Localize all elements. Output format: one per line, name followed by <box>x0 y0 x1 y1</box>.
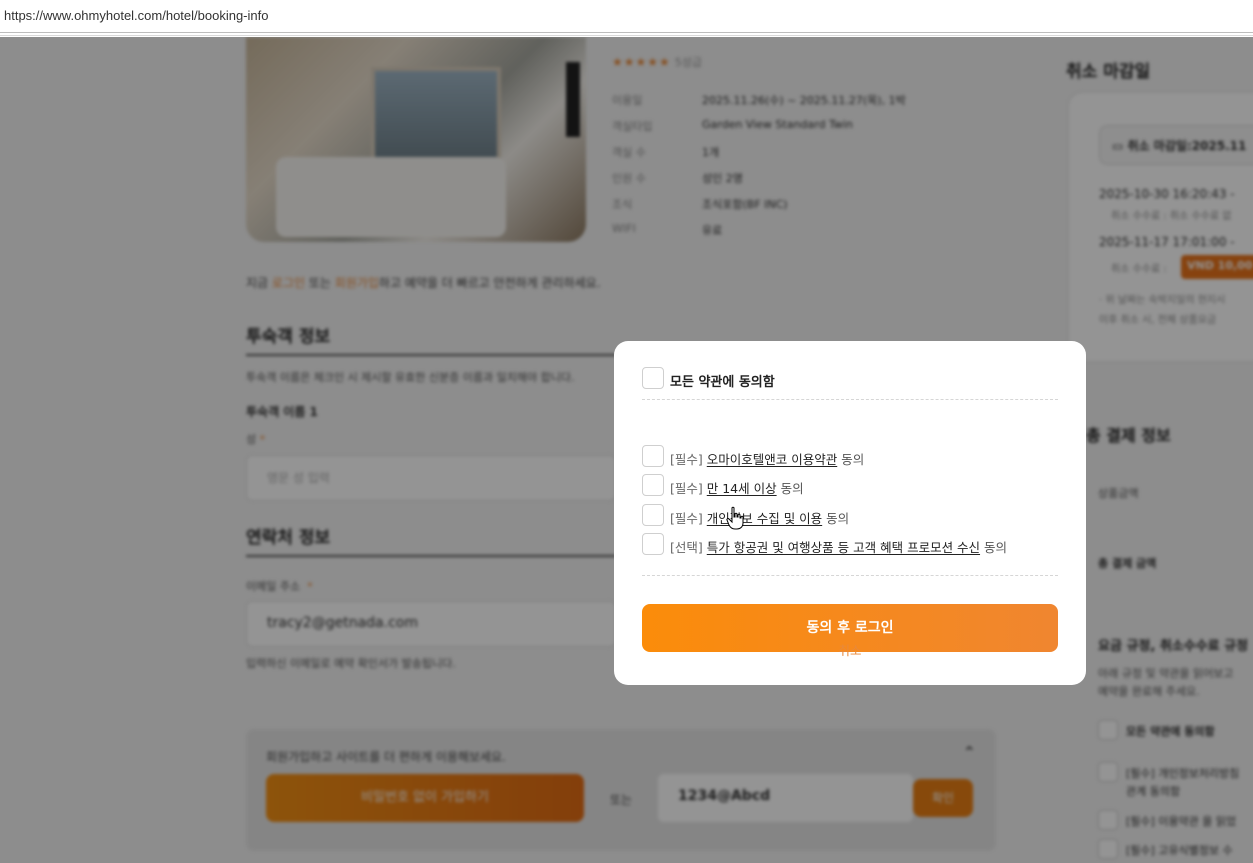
agree-all-label: 모든 약관에 동의함 <box>670 375 775 390</box>
term-1-checkbox[interactable] <box>642 445 664 467</box>
divider <box>642 575 1058 576</box>
term-2-checkbox[interactable] <box>642 474 664 496</box>
promotion-consent-link[interactable]: 특가 항공권 및 여행상품 등 고객 혜택 프로모션 수신 <box>707 540 980 555</box>
agree-all-checkbox[interactable] <box>642 367 664 389</box>
divider <box>642 399 1058 400</box>
age-14-link[interactable]: 만 14세 이상 <box>707 481 777 496</box>
terms-of-use-link[interactable]: 오마이호텔앤코 이용약관 <box>707 452 837 467</box>
terms-agreement-modal: 모든 약관에 동의함 [필수] 오마이호텔앤코 이용약관 동의 [필수] 만 1… <box>614 341 1086 685</box>
term-row-2[interactable]: [필수] 만 14세 이상 동의 <box>642 474 1058 498</box>
term-row-1[interactable]: [필수] 오마이호텔앤코 이용약관 동의 <box>642 445 1058 469</box>
hand-cursor-icon <box>726 506 744 530</box>
term-4-checkbox[interactable] <box>642 533 664 555</box>
browser-address-bar[interactable]: https://www.ohmyhotel.com/hotel/booking-… <box>0 0 1253 36</box>
address-bar-divider <box>0 32 1253 33</box>
agree-all-row[interactable]: 모든 약관에 동의함 <box>642 367 1058 399</box>
term-row-3[interactable]: [필수] 개인정보 수집 및 이용 동의 <box>642 504 1058 528</box>
booking-page: ★★★★★ 5성급 이용일 2025.11.26(수) ~ 2025.11.27(목… <box>0 37 1253 863</box>
url-text[interactable]: https://www.ohmyhotel.com/hotel/booking-… <box>4 8 268 23</box>
cancel-button[interactable]: 취소 <box>818 640 882 658</box>
privacy-collection-link[interactable]: 개인정보 수집 및 이용 <box>707 511 822 526</box>
term-row-4[interactable]: [선택] 특가 항공권 및 여행상품 등 고객 혜택 프로모션 수신 동의 <box>642 533 1058 557</box>
term-3-checkbox[interactable] <box>642 504 664 526</box>
